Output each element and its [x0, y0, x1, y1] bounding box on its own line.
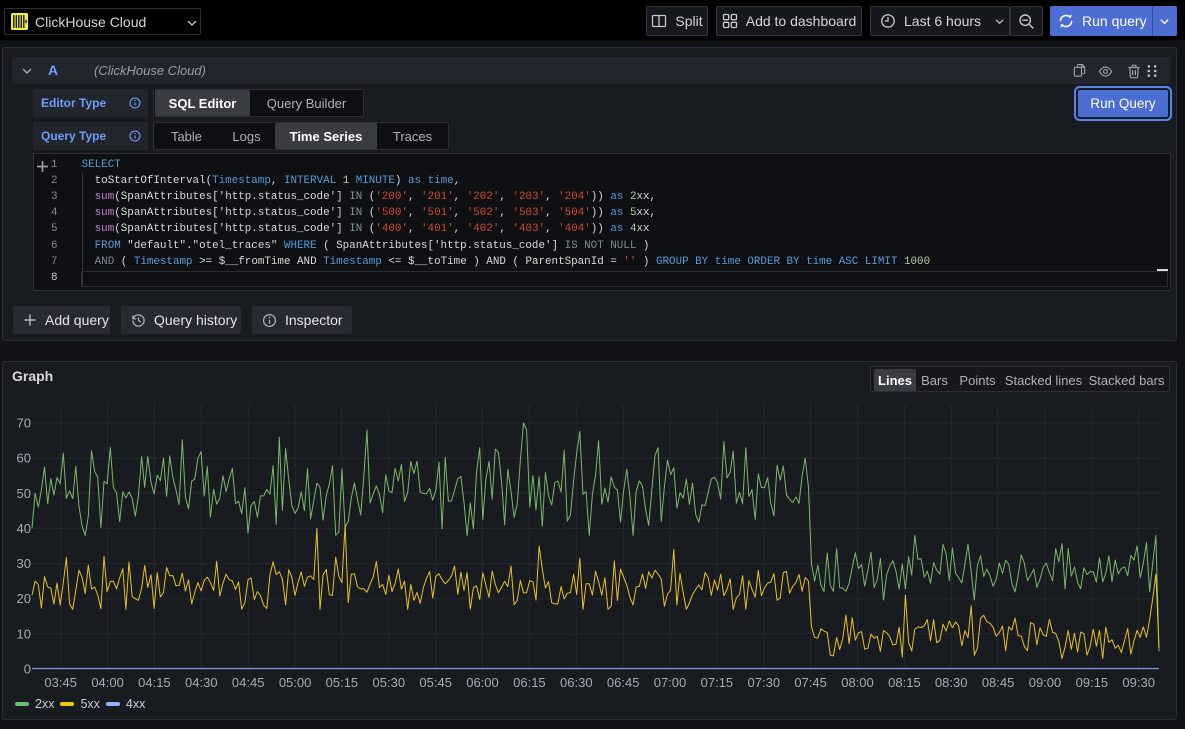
svg-text:05:30: 05:30 [373, 675, 406, 690]
svg-text:07:00: 07:00 [654, 675, 687, 690]
svg-text:04:30: 04:30 [185, 675, 218, 690]
svg-text:08:15: 08:15 [888, 675, 921, 690]
svg-text:07:45: 07:45 [794, 675, 827, 690]
svg-text:04:00: 04:00 [91, 675, 124, 690]
svg-text:50: 50 [17, 486, 31, 501]
svg-text:07:15: 07:15 [701, 675, 734, 690]
svg-text:06:30: 06:30 [560, 675, 593, 690]
svg-text:07:30: 07:30 [748, 675, 781, 690]
svg-text:04:45: 04:45 [232, 675, 265, 690]
svg-text:70: 70 [17, 416, 31, 431]
svg-text:08:00: 08:00 [841, 675, 874, 690]
svg-text:08:45: 08:45 [982, 675, 1015, 690]
svg-text:10: 10 [17, 626, 31, 641]
svg-text:08:30: 08:30 [935, 675, 968, 690]
svg-text:06:00: 06:00 [466, 675, 499, 690]
svg-text:09:15: 09:15 [1076, 675, 1109, 690]
svg-text:05:15: 05:15 [326, 675, 359, 690]
svg-text:20: 20 [17, 591, 31, 606]
svg-text:40: 40 [17, 521, 31, 536]
svg-text:60: 60 [17, 451, 31, 466]
svg-text:06:45: 06:45 [607, 675, 640, 690]
svg-text:09:00: 09:00 [1029, 675, 1062, 690]
svg-text:06:15: 06:15 [513, 675, 546, 690]
svg-text:0: 0 [24, 662, 31, 677]
svg-text:09:30: 09:30 [1122, 675, 1155, 690]
svg-text:04:15: 04:15 [138, 675, 171, 690]
svg-text:30: 30 [17, 556, 31, 571]
svg-text:05:45: 05:45 [419, 675, 452, 690]
svg-text:03:45: 03:45 [44, 675, 77, 690]
svg-text:05:00: 05:00 [279, 675, 312, 690]
